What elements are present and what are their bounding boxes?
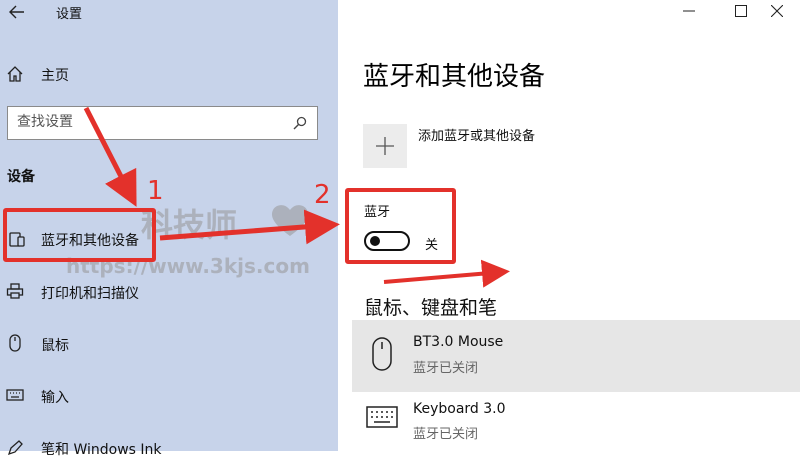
arrow-to-bluetooth-toggle — [159, 209, 340, 245]
annotation-arrows — [83, 106, 510, 288]
arrow-to-devices — [383, 259, 510, 288]
arrow-to-bluetooth-item — [83, 106, 137, 207]
